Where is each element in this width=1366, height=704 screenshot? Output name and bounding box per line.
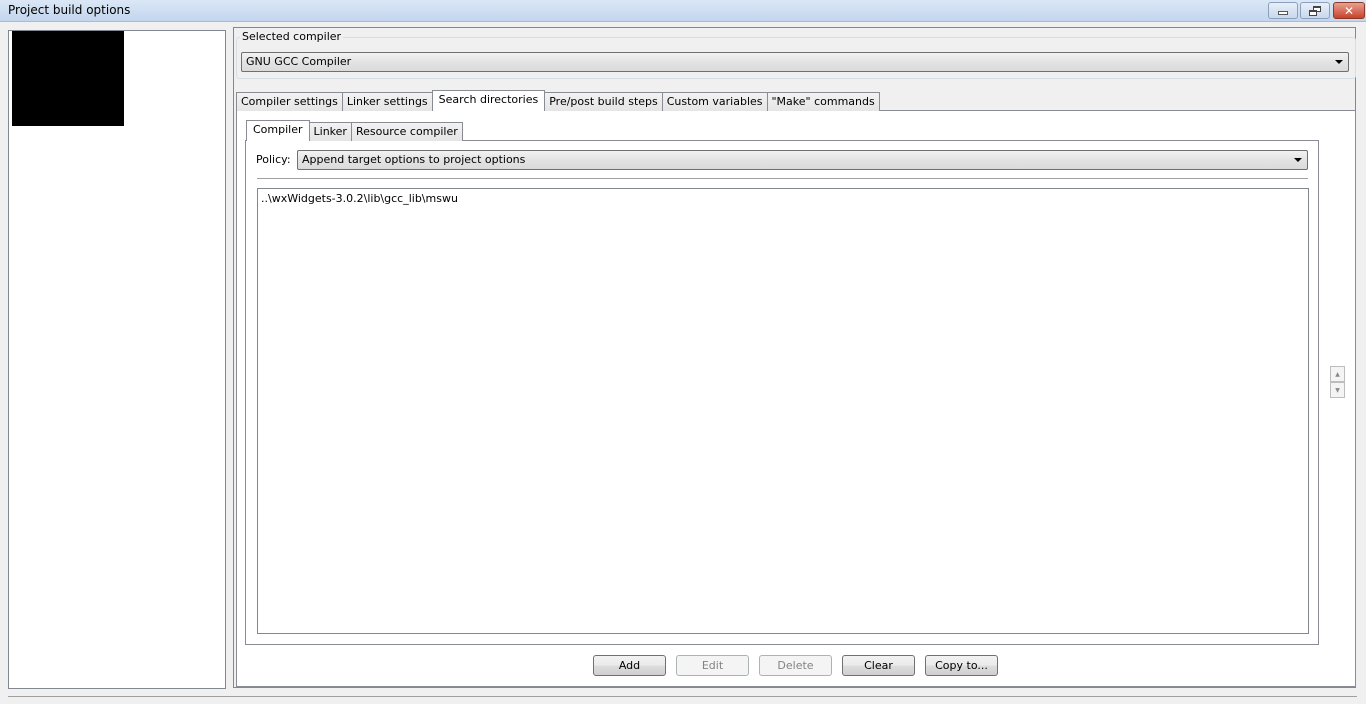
tab-pre-post-build-steps[interactable]: Pre/post build steps	[544, 92, 663, 111]
copy-to-button[interactable]: Copy to...	[925, 655, 998, 676]
add-button[interactable]: Add	[593, 655, 666, 676]
tab-make-commands[interactable]: "Make" commands	[766, 92, 880, 111]
chevron-down-icon	[1294, 158, 1302, 162]
arrow-down-icon: ▼	[1335, 386, 1340, 394]
arrow-up-icon: ▲	[1335, 370, 1340, 378]
move-up-button[interactable]: ▲	[1330, 366, 1345, 382]
clear-button[interactable]: Clear	[842, 655, 915, 676]
bottom-divider	[8, 696, 1357, 697]
minimize-icon	[1278, 10, 1288, 15]
separator	[257, 178, 1308, 179]
build-targets-tree[interactable]	[8, 30, 226, 689]
tab-linker-settings[interactable]: Linker settings	[341, 92, 433, 111]
outer-tabs: Compiler settings Linker settings Search…	[236, 90, 880, 111]
tab-compiler[interactable]: Compiler	[246, 120, 310, 141]
tab-custom-variables[interactable]: Custom variables	[661, 92, 768, 111]
directories-list[interactable]: ..\wxWidgets-3.0.2\lib\gcc_lib\mswu	[257, 188, 1309, 634]
edit-button[interactable]: Edit	[676, 655, 749, 676]
close-button[interactable]: ✕	[1333, 2, 1365, 19]
delete-button[interactable]: Delete	[759, 655, 832, 676]
compiler-select-value: GNU GCC Compiler	[246, 55, 352, 68]
restore-button[interactable]	[1300, 2, 1330, 19]
policy-label: Policy:	[256, 153, 291, 166]
list-item[interactable]: ..\wxWidgets-3.0.2\lib\gcc_lib\mswu	[261, 192, 458, 205]
close-icon: ✕	[1343, 3, 1355, 18]
tab-search-directories[interactable]: Search directories	[431, 90, 546, 111]
target-tree-image	[12, 31, 124, 126]
tab-resource-compiler[interactable]: Resource compiler	[350, 122, 463, 141]
window-title: Project build options	[8, 3, 131, 17]
minimize-button[interactable]	[1268, 2, 1298, 19]
policy-select-value: Append target options to project options	[302, 153, 526, 166]
order-spin-button[interactable]: ▲ ▼	[1330, 366, 1345, 398]
move-down-button[interactable]: ▼	[1330, 382, 1345, 398]
chevron-down-icon	[1335, 60, 1343, 64]
tab-linker[interactable]: Linker	[308, 122, 352, 141]
tab-compiler-settings[interactable]: Compiler settings	[236, 92, 343, 111]
title-bar: Project build options ✕	[0, 0, 1366, 22]
compiler-select[interactable]: GNU GCC Compiler	[241, 52, 1349, 72]
restore-icon	[1309, 5, 1321, 16]
policy-select[interactable]: Append target options to project options	[297, 150, 1308, 170]
selected-compiler-label: Selected compiler	[240, 30, 344, 43]
inner-tabs: Compiler Linker Resource compiler	[246, 120, 463, 141]
